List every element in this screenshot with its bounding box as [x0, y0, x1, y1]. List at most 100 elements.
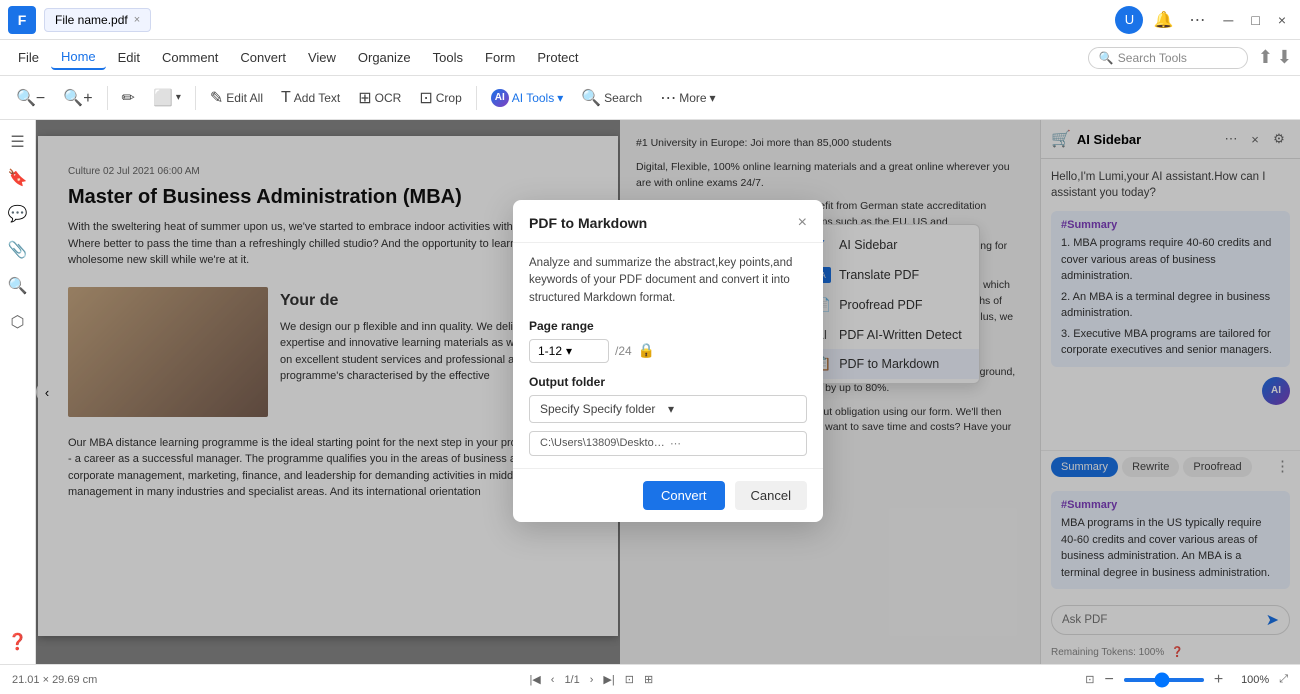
nav-start-icon[interactable]: |◀ — [529, 673, 540, 686]
ai-tools-button[interactable]: AI AI Tools ▾ — [483, 85, 572, 111]
view-mode-icon-2[interactable]: ⊞ — [644, 673, 653, 686]
cloud-download-icon[interactable]: ⬇ — [1277, 47, 1292, 68]
zoom-slider[interactable] — [1124, 678, 1204, 682]
app-logo: F — [8, 6, 36, 34]
main-layout: ☰ 🔖 💬 📎 🔍 ⬡ ❓ ‹ Culture 02 Jul 2021 06:0… — [0, 120, 1300, 664]
cloud-actions: ⬆ ⬇ — [1258, 47, 1292, 68]
eraser-icon: ✏ — [122, 88, 135, 108]
ai-tools-icon: AI — [491, 89, 509, 107]
page-range-row: 1-12 ▾ /24 🔒 — [529, 339, 807, 363]
path-more-icon[interactable]: ⋯ — [670, 437, 796, 450]
ocr-icon: ⊞ — [358, 88, 371, 108]
menu-search-box[interactable]: 🔍 Search Tools — [1088, 47, 1248, 69]
view-mode-icon-1[interactable]: ⊡ — [625, 673, 634, 686]
nav-prev-icon[interactable]: ‹ — [551, 674, 555, 686]
crop-label: Crop — [436, 91, 462, 105]
zoom-out-status-icon[interactable]: − — [1105, 671, 1114, 689]
menu-view[interactable]: View — [298, 46, 346, 69]
file-tab[interactable]: File name.pdf × — [44, 8, 151, 32]
menu-comment[interactable]: Comment — [152, 46, 228, 69]
sidebar-search-icon[interactable]: 🔍 — [4, 272, 32, 300]
modal-description: Analyze and summarize the abstract,key p… — [529, 255, 807, 307]
folder-dropdown-value: Specify Specify folder — [540, 402, 668, 416]
separator-3 — [476, 86, 477, 110]
cancel-button[interactable]: Cancel — [735, 481, 807, 510]
page-range-value: 1-12 — [538, 344, 562, 358]
edit-all-button[interactable]: ✎ Edit All — [202, 84, 271, 112]
convert-button[interactable]: Convert — [643, 481, 725, 510]
folder-dropdown-caret-icon: ▾ — [668, 402, 796, 416]
page-range-input[interactable]: 1-12 ▾ — [529, 339, 609, 363]
search-tools-placeholder: Search Tools — [1118, 51, 1187, 65]
pdf-to-markdown-modal: PDF to Markdown × Analyze and summarize … — [513, 200, 823, 522]
more-dots-icon[interactable]: ⋯ — [1183, 6, 1211, 34]
menu-edit[interactable]: Edit — [108, 46, 150, 69]
rect-caret-icon: ▾ — [176, 92, 181, 103]
edit-all-label: Edit All — [226, 91, 263, 105]
nav-end-icon[interactable]: ▶| — [603, 673, 614, 686]
add-text-label: Add Text — [294, 91, 340, 105]
cloud-upload-icon[interactable]: ⬆ — [1258, 47, 1273, 68]
ai-tools-label: AI Tools — [512, 91, 554, 105]
zoom-in-icon: 🔍+ — [63, 88, 92, 108]
menu-bar: File Home Edit Comment Convert View Orga… — [0, 40, 1300, 76]
page-range-caret-icon: ▾ — [566, 344, 572, 358]
path-value: C:\Users\13809\Desktop\PDF... — [540, 437, 666, 449]
sidebar-attachment-icon[interactable]: 📎 — [4, 236, 32, 264]
crop-icon: ⊡ — [419, 88, 432, 108]
title-bar-actions: U 🔔 ⋯ ─ □ × — [1115, 6, 1292, 34]
separator-2 — [195, 86, 196, 110]
page-range-label: Page range — [529, 319, 807, 333]
nav-next-icon[interactable]: › — [590, 674, 594, 686]
path-row: C:\Users\13809\Desktop\PDF... ⋯ — [529, 431, 807, 456]
page-display-icon[interactable]: ⊡ — [1085, 673, 1094, 686]
rect-icon: ⬜ — [153, 88, 173, 108]
close-tab-button[interactable]: × — [134, 14, 140, 26]
folder-dropdown[interactable]: Specify Specify folder ▾ — [529, 395, 807, 423]
menu-organize[interactable]: Organize — [348, 46, 421, 69]
menu-tools[interactable]: Tools — [423, 46, 473, 69]
search-button[interactable]: 🔍 Search — [573, 84, 650, 112]
sidebar-comment-icon[interactable]: 💬 — [4, 200, 32, 228]
user-avatar[interactable]: U — [1115, 6, 1143, 34]
sidebar-hamburger-icon[interactable]: ☰ — [4, 128, 32, 156]
crop-button[interactable]: ⊡ Crop — [411, 84, 469, 112]
menu-home[interactable]: Home — [51, 45, 106, 70]
fit-page-icon[interactable]: ⤢ — [1279, 673, 1288, 686]
add-text-button[interactable]: T Add Text — [273, 85, 348, 111]
modal-header: PDF to Markdown × — [513, 200, 823, 243]
maximize-button[interactable]: □ — [1245, 12, 1265, 28]
page-total: /24 — [615, 344, 632, 358]
search-label: Search — [604, 91, 642, 105]
lock-icon: 🔒 — [638, 342, 655, 359]
menu-protect[interactable]: Protect — [527, 46, 588, 69]
close-window-button[interactable]: × — [1272, 12, 1292, 28]
menu-file[interactable]: File — [8, 46, 49, 69]
dimensions-label: 21.01 × 29.69 cm — [12, 674, 97, 686]
bell-icon[interactable]: 🔔 — [1149, 6, 1177, 34]
modal-title: PDF to Markdown — [529, 215, 798, 231]
zoom-in-status-icon[interactable]: + — [1214, 671, 1223, 689]
ocr-button[interactable]: ⊞ OCR — [350, 84, 409, 112]
add-text-icon: T — [281, 89, 291, 107]
sidebar-help-icon[interactable]: ❓ — [4, 628, 32, 656]
minimize-button[interactable]: ─ — [1217, 12, 1239, 28]
menu-convert[interactable]: Convert — [230, 46, 296, 69]
separator-1 — [107, 86, 108, 110]
zoom-out-button[interactable]: 🔍− — [8, 84, 53, 112]
eraser-button[interactable]: ✏ — [114, 84, 143, 112]
rect-button[interactable]: ⬜ ▾ — [145, 84, 189, 112]
search-toolbar-icon: 🔍 — [581, 88, 601, 108]
more-label: More — [679, 91, 706, 105]
output-folder-label: Output folder — [529, 375, 807, 389]
menu-form[interactable]: Form — [475, 46, 525, 69]
modal-close-button[interactable]: × — [798, 214, 807, 232]
modal-overlay: PDF to Markdown × Analyze and summarize … — [36, 120, 1300, 664]
sidebar-bookmark-icon[interactable]: 🔖 — [4, 164, 32, 192]
sidebar-layers-icon[interactable]: ⬡ — [4, 308, 32, 336]
ocr-label: OCR — [375, 91, 402, 105]
more-button[interactable]: ⋯ More ▾ — [652, 84, 723, 112]
ai-tools-caret-icon: ▾ — [557, 91, 563, 105]
page-indicator: 1/1 — [564, 674, 579, 686]
zoom-in-button[interactable]: 🔍+ — [55, 84, 100, 112]
